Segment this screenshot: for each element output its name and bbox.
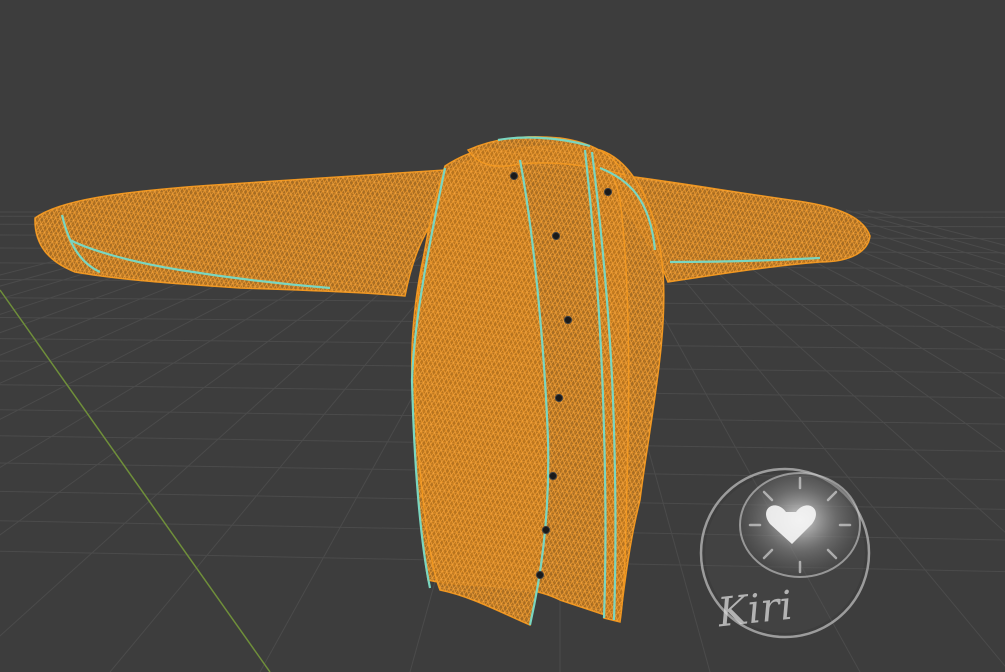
viewport-canvas[interactable]: Kiri bbox=[0, 0, 1005, 672]
kiri-watermark: Kiri bbox=[699, 467, 871, 639]
grid-line bbox=[823, 209, 1005, 265]
y-axis-line bbox=[0, 289, 271, 672]
shirt-button bbox=[509, 171, 519, 181]
3d-viewport[interactable]: Kiri bbox=[0, 0, 1005, 672]
shirt-button bbox=[535, 570, 545, 580]
shirt-button bbox=[554, 393, 564, 403]
shirt-button bbox=[548, 471, 558, 481]
watermark-text: Kiri bbox=[715, 583, 795, 637]
shirt-button bbox=[541, 525, 551, 535]
shirt-button bbox=[551, 231, 561, 241]
shirt-button bbox=[563, 315, 573, 325]
grid-line bbox=[845, 209, 1005, 255]
shirt-button bbox=[603, 187, 613, 197]
